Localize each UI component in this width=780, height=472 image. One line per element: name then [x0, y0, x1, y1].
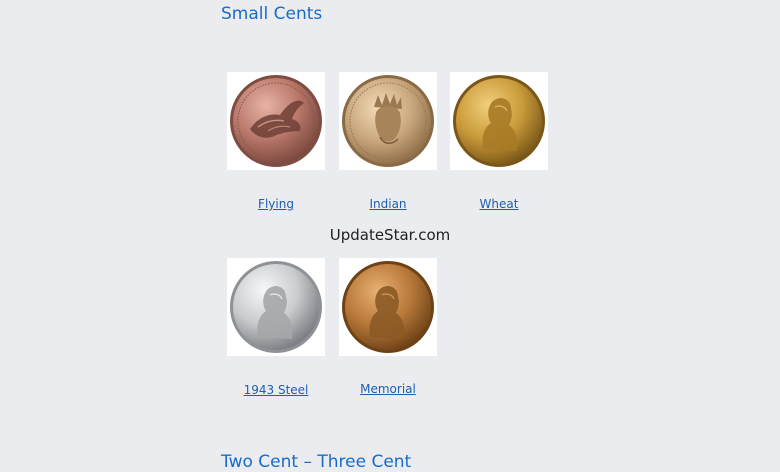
coin-link-flying[interactable]: Flying [226, 197, 326, 211]
section-heading-two-three-cent: Two Cent – Three Cent [221, 452, 412, 472]
coin-card-indian[interactable] [339, 72, 437, 170]
section-heading-small-cents: Small Cents [221, 4, 323, 24]
coin-card-1943-steel[interactable] [227, 258, 325, 356]
coin-card-flying[interactable] [227, 72, 325, 170]
coin-link-1943-steel[interactable]: 1943 Steel [226, 383, 326, 397]
indian-head-cent-icon [342, 75, 434, 167]
watermark-text: UpdateStar.com [329, 226, 451, 244]
wheat-cent-icon [453, 75, 545, 167]
memorial-cent-icon [342, 261, 434, 353]
flying-eagle-cent-icon [230, 75, 322, 167]
coin-link-wheat[interactable]: Wheat [449, 197, 549, 211]
coin-link-memorial[interactable]: Memorial [338, 382, 438, 396]
coin-card-wheat[interactable] [450, 72, 548, 170]
coin-card-memorial[interactable] [339, 258, 437, 356]
steel-cent-icon [230, 261, 322, 353]
coin-link-indian[interactable]: Indian [338, 197, 438, 211]
